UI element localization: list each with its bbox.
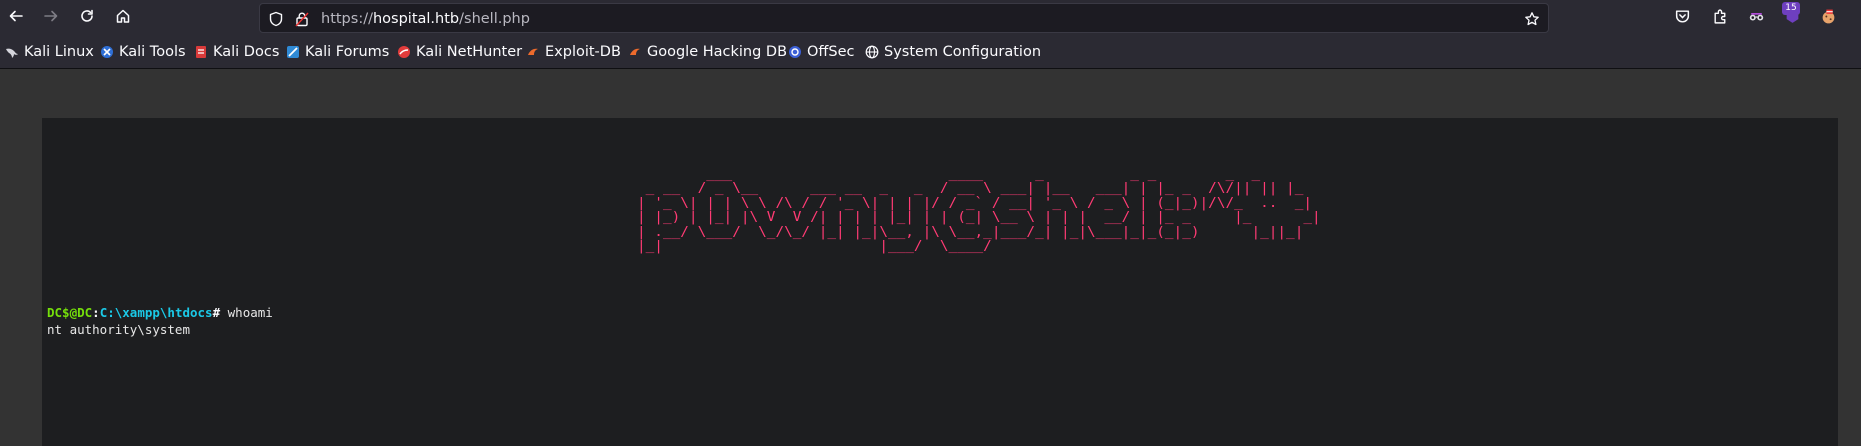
- bookmarks-toolbar: Kali Linux Kali Tools Kali Docs Kali For…: [0, 36, 1861, 69]
- extension-cookie-button[interactable]: [1816, 6, 1840, 30]
- kali-tools-icon: [100, 45, 114, 59]
- shell-terminal[interactable]: ___ ____ _ _ _ _ _ _ __ / _ \__ ___ __ _…: [42, 118, 1838, 446]
- bookmark-label: Exploit-DB: [545, 44, 621, 60]
- forward-button[interactable]: [37, 4, 65, 32]
- shield-icon[interactable]: [267, 10, 285, 28]
- url-bar[interactable]: https://hospital.htb/shell.php: [259, 3, 1549, 33]
- prompt-cwd: C:\xampp\htdocs: [99, 305, 213, 320]
- pocket-button[interactable]: [1670, 6, 1694, 30]
- bookmark-offsec[interactable]: OffSec: [788, 42, 855, 62]
- browser-toolbar: https://hospital.htb/shell.php 15: [0, 0, 1861, 36]
- bookmark-google-hacking-db[interactable]: Google Hacking DB: [628, 42, 787, 62]
- bookmark-exploit-db[interactable]: Exploit-DB: [526, 42, 621, 62]
- bookmark-kali-nethunter[interactable]: Kali NetHunter: [397, 42, 522, 62]
- bookmark-system-configuration[interactable]: System Configuration: [865, 42, 1041, 62]
- bookmark-label: System Configuration: [884, 44, 1042, 60]
- bookmark-label: Kali Linux: [24, 44, 94, 60]
- forward-icon: [43, 8, 59, 28]
- extension-badge: 15: [1782, 2, 1800, 15]
- bookmark-label: Kali Tools: [119, 44, 186, 60]
- command-text: whoami: [227, 305, 273, 320]
- prompt-hash: #: [212, 305, 221, 320]
- bookmark-kali-linux[interactable]: Kali Linux: [5, 42, 94, 62]
- prompt-line: DC$@DC:C:\xampp\htdocs# whoami: [47, 304, 273, 321]
- reload-icon: [79, 8, 95, 28]
- lock-icon[interactable]: [293, 10, 311, 28]
- url-path: /shell.php: [459, 11, 530, 27]
- bookmark-label: Kali NetHunter: [416, 44, 523, 60]
- extension-glasses-icon: [1748, 8, 1765, 29]
- extensions-icon: [1712, 8, 1729, 29]
- url-host: hospital.htb: [372, 11, 460, 27]
- command-output: nt authority\system: [47, 322, 190, 337]
- globe-icon: [865, 45, 879, 59]
- home-button[interactable]: [109, 4, 137, 32]
- home-icon: [115, 8, 131, 28]
- offsec-icon: [788, 45, 802, 59]
- bookmark-star-icon[interactable]: [1523, 10, 1541, 28]
- bookmark-label: OffSec: [807, 44, 855, 60]
- extension-glasses-button[interactable]: [1744, 6, 1768, 30]
- kali-docs-icon: [194, 45, 208, 59]
- back-button[interactable]: [2, 4, 30, 32]
- kali-nethunter-icon: [397, 45, 411, 59]
- kali-dragon-icon: [5, 45, 19, 59]
- prompt-user: DC$@DC: [47, 305, 93, 320]
- url-prefix: https://: [321, 11, 373, 27]
- extensions-button[interactable]: [1708, 6, 1732, 30]
- ascii-banner: ___ ____ _ _ _ _ _ _ __ / _ \__ ___ __ _…: [637, 167, 1321, 255]
- bookmark-kali-tools[interactable]: Kali Tools: [100, 42, 186, 62]
- back-icon: [8, 8, 24, 28]
- url-text[interactable]: https://hospital.htb/shell.php: [321, 10, 530, 28]
- bookmark-label: Kali Forums: [305, 44, 390, 60]
- reload-button[interactable]: [73, 4, 101, 32]
- bookmark-kali-forums[interactable]: Kali Forums: [286, 42, 389, 62]
- prompt-separator: :: [92, 305, 100, 320]
- page-viewport: ___ ____ _ _ _ _ _ _ __ / _ \__ ___ __ _…: [0, 69, 1861, 446]
- pocket-icon: [1674, 8, 1691, 29]
- exploit-db-icon: [526, 45, 540, 59]
- bookmark-label: Kali Docs: [213, 44, 280, 60]
- bookmark-kali-docs[interactable]: Kali Docs: [194, 42, 279, 62]
- extension-cookie-icon: [1820, 8, 1837, 29]
- kali-forums-icon: [286, 45, 300, 59]
- ghdb-icon: [628, 45, 642, 59]
- bookmark-label: Google Hacking DB: [647, 44, 788, 60]
